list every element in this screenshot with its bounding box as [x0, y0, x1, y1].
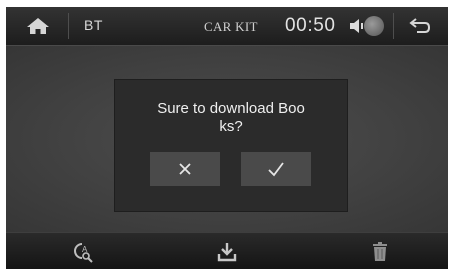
divider [393, 13, 394, 39]
dialog-message: Sure to download Boo ks? [125, 100, 337, 136]
back-arrow-icon[interactable] [408, 17, 432, 35]
app-title: CAR KIT [204, 19, 258, 34]
section-label: BT [84, 17, 103, 33]
confirm-button[interactable] [241, 152, 311, 186]
checkmark-icon [268, 162, 284, 177]
bottom-toolbar: A [6, 232, 448, 269]
clock: 00:50 [285, 15, 336, 36]
bluetooth-status-icon [364, 16, 384, 36]
top-status-bar: BT CAR KIT 00:50 [6, 7, 448, 46]
cancel-button[interactable] [150, 152, 220, 186]
dialog-message-line1: Sure to download Boo [157, 100, 305, 117]
delete-icon[interactable] [369, 241, 391, 263]
dialog-message-line2: ks? [219, 118, 243, 135]
download-icon[interactable] [216, 241, 238, 263]
main-content: Sure to download Boo ks? [6, 46, 448, 232]
close-icon [179, 163, 191, 175]
divider [68, 13, 69, 39]
car-kit-screen: BT CAR KIT 00:50 Sure to download Boo ks… [6, 7, 448, 269]
download-confirm-dialog: Sure to download Boo ks? [114, 79, 348, 212]
search-contact-icon[interactable]: A [72, 241, 94, 263]
home-icon[interactable] [26, 17, 50, 35]
